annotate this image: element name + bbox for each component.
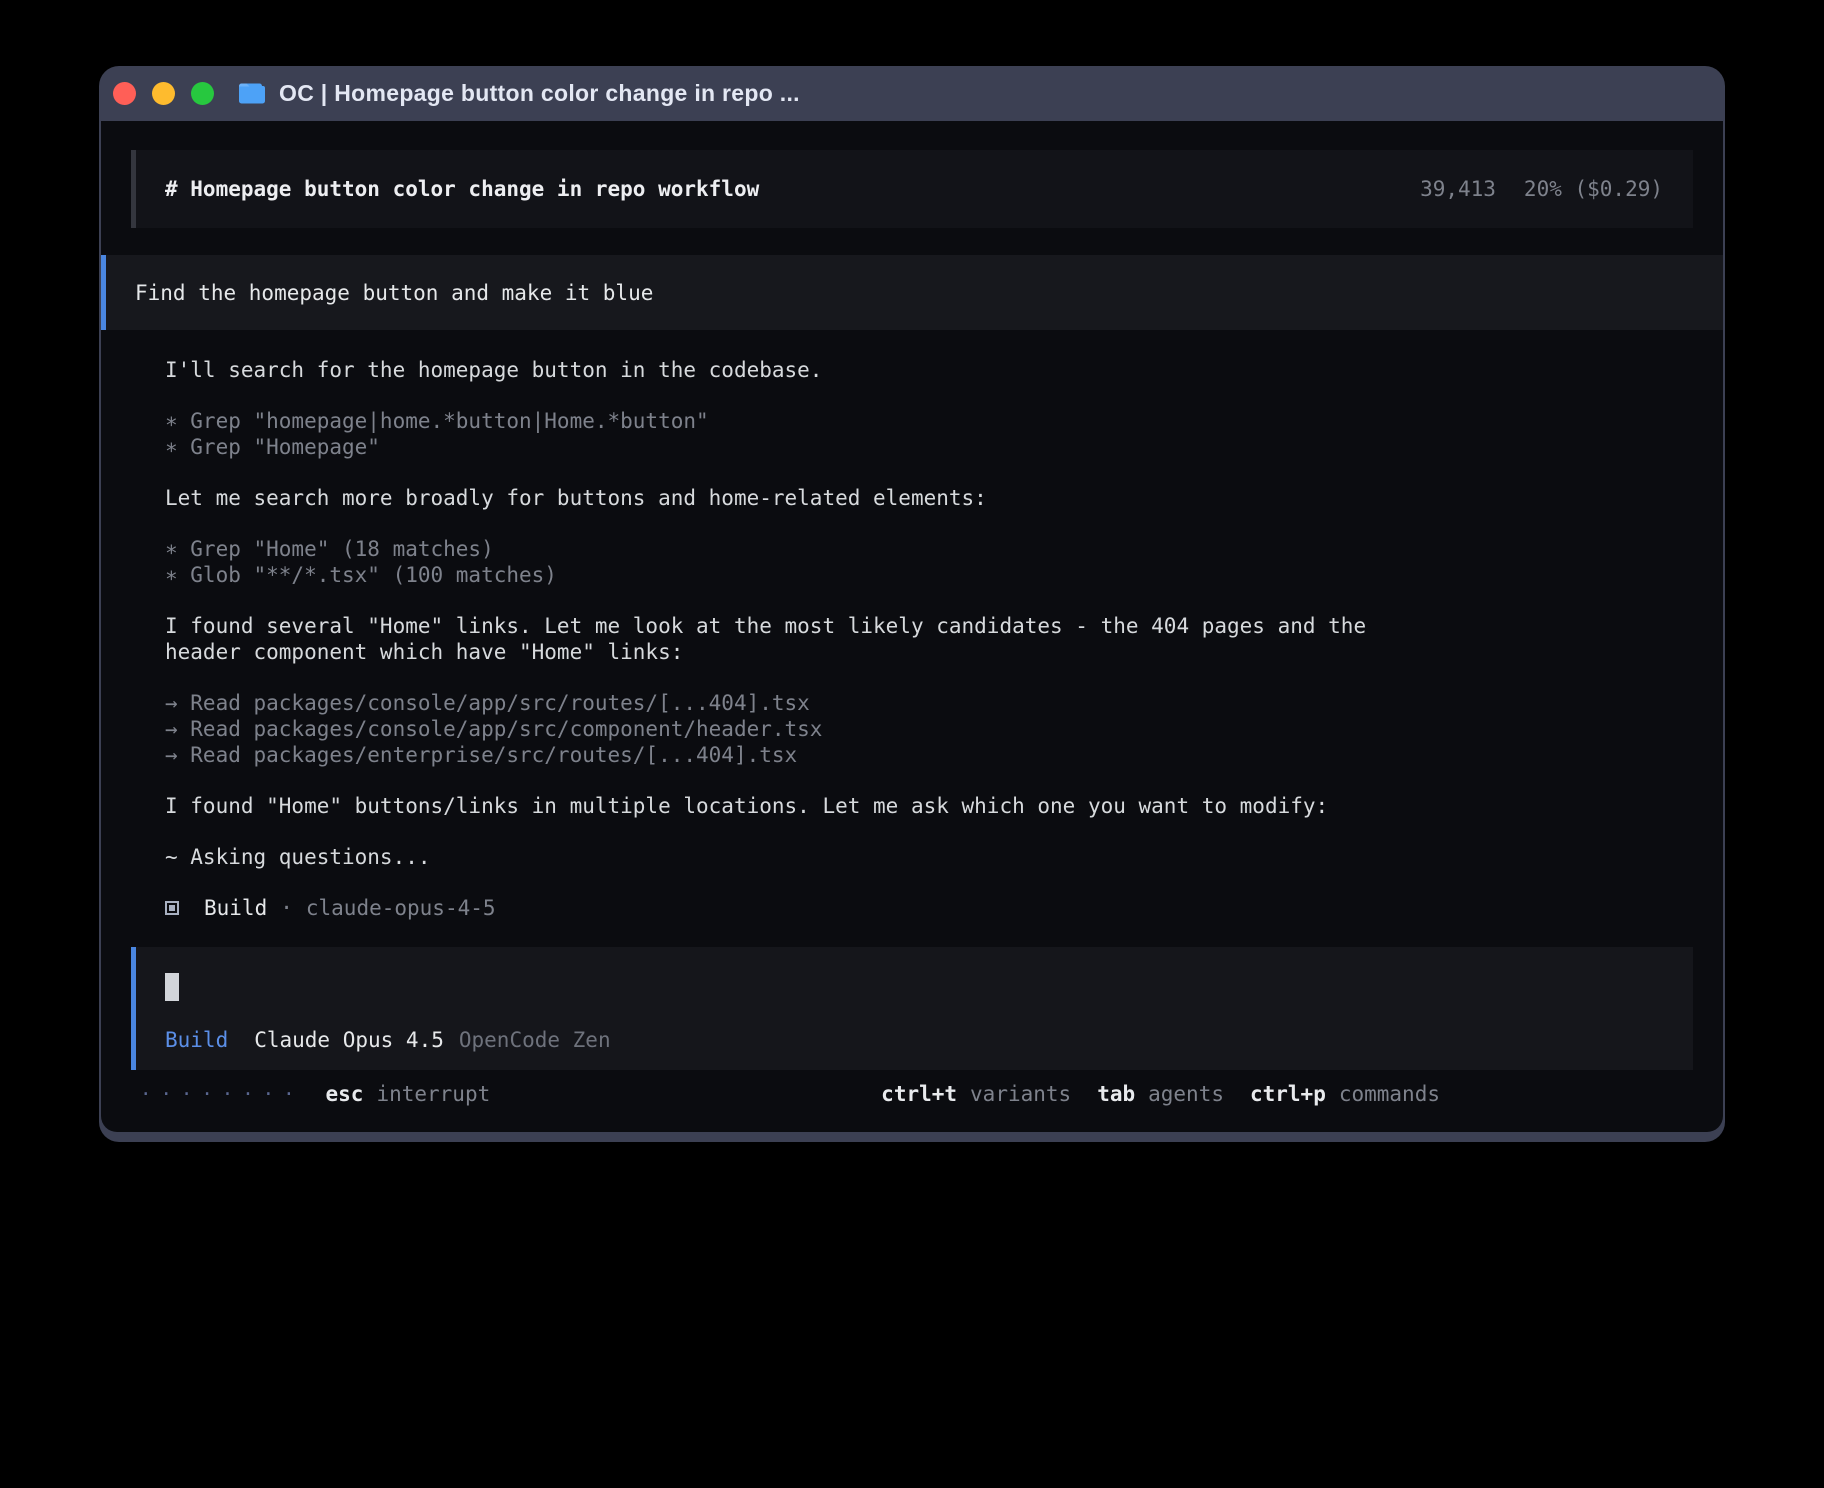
prompt-input[interactable]: Build Claude Opus 4.5 OpenCode Zen [131, 947, 1693, 1070]
keybind-label: commands [1339, 1082, 1440, 1106]
status-line: ~ Asking questions... [165, 844, 1400, 870]
keybind-commands: ctrl+p commands [1250, 1082, 1440, 1106]
window-titlebar[interactable]: OC | Homepage button color change in rep… [99, 66, 1725, 121]
agent-attribution: Build · claude-opus-4-5 [165, 895, 1400, 921]
tool-call-grep: ∗ Grep "homepage|home.*button|Home.*butt… [165, 408, 1400, 434]
tool-call-group: ∗ Grep "homepage|home.*button|Home.*butt… [165, 408, 1400, 460]
user-message: Find the homepage button and make it blu… [101, 255, 1723, 330]
spinner-dots-icon: ········ [140, 1083, 304, 1105]
assistant-paragraph: Let me search more broadly for buttons a… [165, 485, 1400, 511]
agent-name: Build [204, 895, 267, 921]
close-button[interactable] [113, 82, 136, 105]
keybind-agents: tab agents [1097, 1082, 1224, 1106]
session-header: # Homepage button color change in repo w… [131, 150, 1693, 228]
status-bar: ········ esc interrupt ctrl+t variants t… [101, 1078, 1723, 1112]
zoom-button[interactable] [191, 82, 214, 105]
esc-key-label: interrupt [376, 1082, 490, 1106]
title-group: OC | Homepage button color change in rep… [238, 80, 800, 107]
tool-call-read: → Read packages/enterprise/src/routes/[.… [165, 742, 1400, 768]
model-indicator[interactable]: Claude Opus 4.5 [254, 1027, 444, 1053]
tool-call-grep: ∗ Grep "Home" (18 matches) [165, 536, 1400, 562]
agent-icon [165, 901, 179, 915]
provider-indicator: OpenCode Zen [459, 1027, 611, 1053]
assistant-transcript: I'll search for the homepage button in t… [165, 357, 1400, 921]
traffic-lights [113, 82, 214, 105]
input-footer: Build Claude Opus 4.5 OpenCode Zen [165, 1027, 1693, 1053]
keybind-variants: ctrl+t variants [881, 1082, 1071, 1106]
assistant-paragraph: I found "Home" buttons/links in multiple… [165, 793, 1400, 819]
esc-key-hint: esc [326, 1082, 364, 1106]
token-count: 39,413 [1420, 177, 1496, 201]
tool-call-glob: ∗ Glob "**/*.tsx" (100 matches) [165, 562, 1400, 588]
tool-call-group: ∗ Grep "Home" (18 matches) ∗ Glob "**/*.… [165, 536, 1400, 588]
keybind-key: ctrl+p [1250, 1082, 1326, 1106]
keybind-key: tab [1097, 1082, 1135, 1106]
agent-separator: · [280, 895, 293, 921]
keybind-key: ctrl+t [881, 1082, 957, 1106]
keybind-label: variants [970, 1082, 1071, 1106]
tool-call-read: → Read packages/console/app/src/routes/[… [165, 690, 1400, 716]
session-stats: 39,413 20% ($0.29) [1420, 177, 1663, 201]
window-title: OC | Homepage button color change in rep… [279, 80, 800, 107]
tool-call-group: → Read packages/console/app/src/routes/[… [165, 690, 1400, 768]
tool-call-read: → Read packages/console/app/src/componen… [165, 716, 1400, 742]
tool-call-grep: ∗ Grep "Homepage" [165, 434, 1400, 460]
text-cursor [165, 973, 179, 1001]
terminal-window: OC | Homepage button color change in rep… [99, 66, 1725, 1142]
folder-icon [238, 82, 266, 105]
terminal-screen: # Homepage button color change in repo w… [101, 121, 1723, 1132]
status-left: ········ esc interrupt [140, 1082, 490, 1106]
minimize-button[interactable] [152, 82, 175, 105]
session-title: # Homepage button color change in repo w… [165, 177, 759, 201]
assistant-paragraph: I found several "Home" links. Let me loo… [165, 613, 1400, 665]
keybind-label: agents [1148, 1082, 1224, 1106]
agent-model: claude-opus-4-5 [306, 895, 496, 921]
status-right: ctrl+t variants tab agents ctrl+p comman… [881, 1082, 1440, 1106]
assistant-paragraph: I'll search for the homepage button in t… [165, 357, 1400, 383]
mode-indicator[interactable]: Build [165, 1027, 228, 1053]
user-message-text: Find the homepage button and make it blu… [135, 281, 653, 305]
context-cost: 20% ($0.29) [1524, 177, 1663, 201]
